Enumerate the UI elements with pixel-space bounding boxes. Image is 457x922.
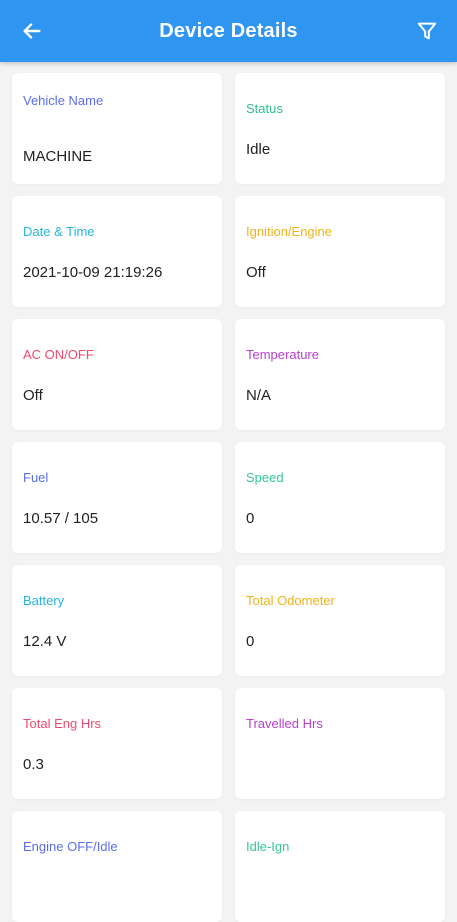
battery-card: Battery 12.4 V bbox=[12, 565, 222, 676]
card-value: 12.4 V bbox=[23, 633, 67, 650]
temperature-card: Temperature N/A bbox=[235, 319, 445, 430]
ignition-card: Ignition/Engine Off bbox=[235, 196, 445, 307]
card-value: 0 bbox=[246, 510, 255, 527]
card-value: Off bbox=[246, 264, 266, 281]
card-value: 10.57 / 105 bbox=[23, 510, 99, 527]
engine-off-idle-card: Engine OFF/Idle bbox=[12, 811, 222, 922]
card-value: MACHINE bbox=[23, 148, 93, 165]
card-value: Idle bbox=[246, 141, 271, 158]
card-label: Idle-Ign bbox=[246, 839, 290, 854]
card-value: 0 bbox=[246, 633, 255, 650]
date-time-card: Date & Time 2021-10-09 21:19:26 bbox=[12, 196, 222, 307]
total-eng-hrs-card: Total Eng Hrs 0.3 bbox=[12, 688, 222, 799]
status-card: Status Idle bbox=[235, 73, 445, 184]
card-label: Speed bbox=[246, 470, 284, 485]
vehicle-name-card: Vehicle Name MACHINE bbox=[12, 73, 222, 184]
card-label: Total Odometer bbox=[246, 593, 335, 608]
card-label: Status bbox=[246, 101, 283, 116]
card-value: 0.3 bbox=[23, 756, 44, 773]
card-label: Date & Time bbox=[23, 224, 95, 239]
card-label: Temperature bbox=[246, 347, 319, 362]
card-label: Total Eng Hrs bbox=[23, 716, 102, 731]
page-title: Device Details bbox=[159, 20, 298, 42]
card-value: N/A bbox=[246, 387, 272, 404]
odometer-card: Total Odometer 0 bbox=[235, 565, 445, 676]
card-label: Battery bbox=[23, 593, 65, 608]
fuel-card: Fuel 10.57 / 105 bbox=[12, 442, 222, 553]
card-label: Vehicle Name bbox=[23, 93, 104, 108]
card-label: Travelled Hrs bbox=[246, 716, 323, 731]
card-label: AC ON/OFF bbox=[23, 347, 94, 362]
app-bar: Device Details bbox=[0, 0, 457, 62]
filter-icon bbox=[417, 22, 437, 40]
card-value: 2021-10-09 21:19:26 bbox=[23, 264, 163, 281]
details-grid: Vehicle Name MACHINE Status Idle Date & … bbox=[12, 73, 445, 922]
idle-ign-card: Idle-Ign bbox=[235, 811, 445, 922]
card-label: Fuel bbox=[23, 470, 49, 485]
ac-card: AC ON/OFF Off bbox=[12, 319, 222, 430]
card-value: Off bbox=[23, 387, 43, 404]
card-label: Ignition/Engine bbox=[246, 224, 333, 239]
speed-card: Speed 0 bbox=[235, 442, 445, 553]
card-label: Engine OFF/Idle bbox=[23, 839, 118, 854]
filter-button[interactable] bbox=[407, 11, 447, 51]
travelled-hrs-card: Travelled Hrs bbox=[235, 688, 445, 799]
